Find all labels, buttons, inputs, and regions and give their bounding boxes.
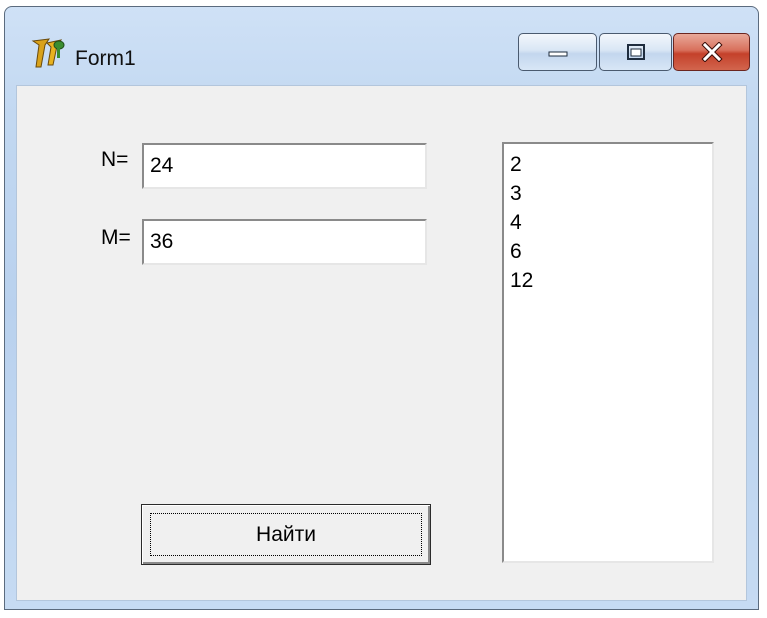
list-item[interactable]: 6 [510, 237, 706, 266]
minimize-icon [548, 51, 567, 57]
app-icon[interactable] [29, 35, 67, 71]
restore-icon [626, 44, 645, 60]
n-input[interactable] [142, 143, 427, 189]
close-button[interactable] [673, 33, 750, 71]
m-label: M= [101, 226, 131, 249]
m-input[interactable] [142, 219, 427, 265]
list-item[interactable]: 12 [510, 266, 706, 295]
list-item[interactable]: 4 [510, 208, 706, 237]
title-bar[interactable]: Form1 [5, 7, 758, 85]
find-button-label: Найти [256, 522, 316, 546]
close-icon [700, 42, 723, 62]
form-window: Form1 N= M= 2 3 4 6 [4, 6, 759, 610]
window-title: Form1 [75, 47, 136, 70]
list-item[interactable]: 3 [510, 179, 706, 208]
results-listbox[interactable]: 2 3 4 6 12 [502, 142, 714, 563]
minimize-button[interactable] [518, 33, 597, 71]
find-button[interactable]: Найти [141, 504, 431, 565]
n-label: N= [101, 148, 129, 171]
maximize-button[interactable] [599, 33, 672, 71]
form-client-area: N= M= 2 3 4 6 12 Найти [16, 85, 747, 601]
list-item[interactable]: 2 [510, 150, 706, 179]
